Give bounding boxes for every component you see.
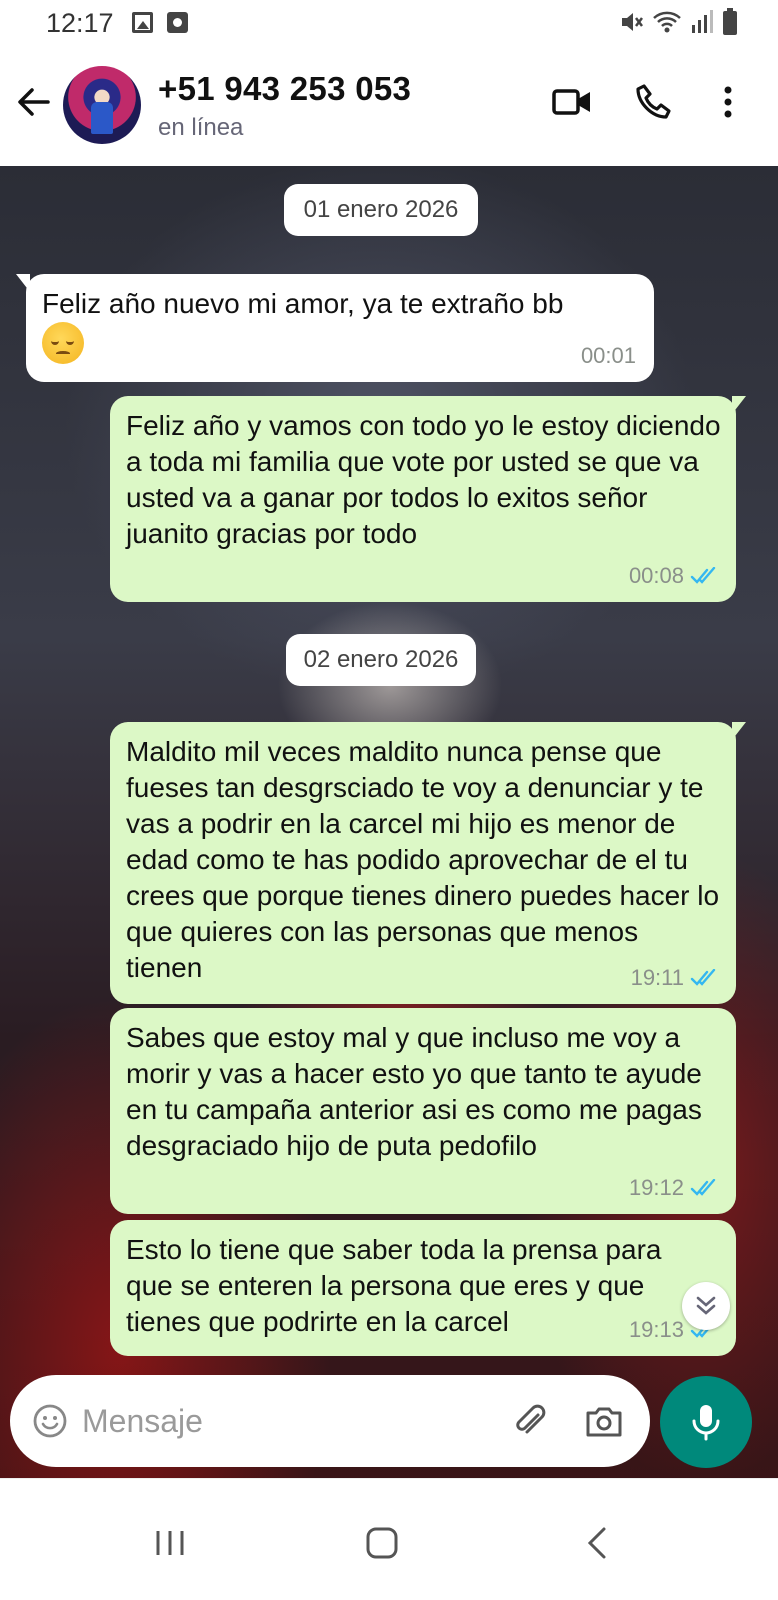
message-time: 00:01 <box>580 343 636 368</box>
contact-status: en línea <box>158 114 244 141</box>
date-separator: 01 enero 2026 <box>284 184 478 236</box>
battery-icon <box>723 8 737 35</box>
signal-icon <box>692 10 713 33</box>
chat-area[interactable]: 01 enero 2026 Feliz año nuevo mi amor, y… <box>0 166 778 1510</box>
system-navbar <box>0 1478 778 1600</box>
read-ticks-icon <box>690 1179 716 1196</box>
message-outgoing[interactable]: Sabes que estoy mal y que incluso me voy… <box>110 1008 736 1214</box>
back-arrow-icon[interactable] <box>14 82 54 122</box>
video-call-icon[interactable] <box>550 80 594 124</box>
message-time: 00:08 <box>628 563 684 588</box>
message-outgoing[interactable]: Feliz año y vamos con todo yo le estoy d… <box>110 396 746 602</box>
message-text: Esto lo tiene que saber toda la prensa p… <box>126 1234 670 1337</box>
message-text: Sabes que estoy mal y que incluso me voy… <box>126 1022 710 1161</box>
scroll-down-button[interactable] <box>682 1282 730 1330</box>
wifi-icon <box>653 11 681 33</box>
message-text: Maldito mil veces maldito nunca pense qu… <box>126 736 727 983</box>
status-icons <box>618 8 738 36</box>
status-time: 12:17 <box>46 8 114 38</box>
phone-icon[interactable] <box>632 80 676 124</box>
nav-back-icon[interactable] <box>578 1523 618 1563</box>
mute-icon <box>622 13 643 31</box>
message-meta: 19:11 <box>631 960 718 996</box>
mic-icon <box>692 1405 720 1441</box>
pensive-face-icon <box>42 322 84 364</box>
message-meta: 00:08 <box>629 558 718 594</box>
mic-button[interactable] <box>660 1376 752 1468</box>
more-vert-icon[interactable] <box>716 80 740 124</box>
message-text: Feliz año nuevo mi amor, ya te extraño b… <box>42 288 564 319</box>
recents-icon[interactable] <box>150 1523 190 1563</box>
message-time: 19:12 <box>628 1175 684 1200</box>
emoji-icon[interactable] <box>32 1403 68 1439</box>
camera-icon[interactable] <box>584 1401 624 1441</box>
chat-header: +51 943 253 053 en línea <box>0 46 778 166</box>
message-input[interactable] <box>82 1399 482 1443</box>
avatar[interactable] <box>63 66 141 144</box>
message-outgoing[interactable]: Maldito mil veces maldito nunca pense qu… <box>110 722 746 1004</box>
contact-name[interactable]: +51 943 253 053 <box>158 70 411 108</box>
message-time: 19:11 <box>630 965 684 990</box>
message-text: Feliz año y vamos con todo yo le estoy d… <box>126 410 729 549</box>
message-composer <box>10 1375 650 1467</box>
home-icon[interactable] <box>362 1523 402 1563</box>
status-bar: 12:17 <box>0 0 778 46</box>
message-meta: 00:01 <box>581 338 636 374</box>
message-meta: 19:12 <box>629 1170 718 1206</box>
date-separator: 02 enero 2026 <box>286 634 476 686</box>
gallery-notification-icon <box>132 12 153 33</box>
app-notification-icon <box>167 12 188 33</box>
message-time: 19:13 <box>628 1317 684 1342</box>
read-ticks-icon <box>690 969 716 986</box>
message-outgoing[interactable]: Esto lo tiene que saber toda la prensa p… <box>110 1220 736 1356</box>
attach-icon[interactable] <box>510 1401 550 1441</box>
read-ticks-icon <box>690 567 716 584</box>
scroll-down-icon <box>696 1296 716 1315</box>
message-incoming[interactable]: Feliz año nuevo mi amor, ya te extraño b… <box>16 274 654 382</box>
